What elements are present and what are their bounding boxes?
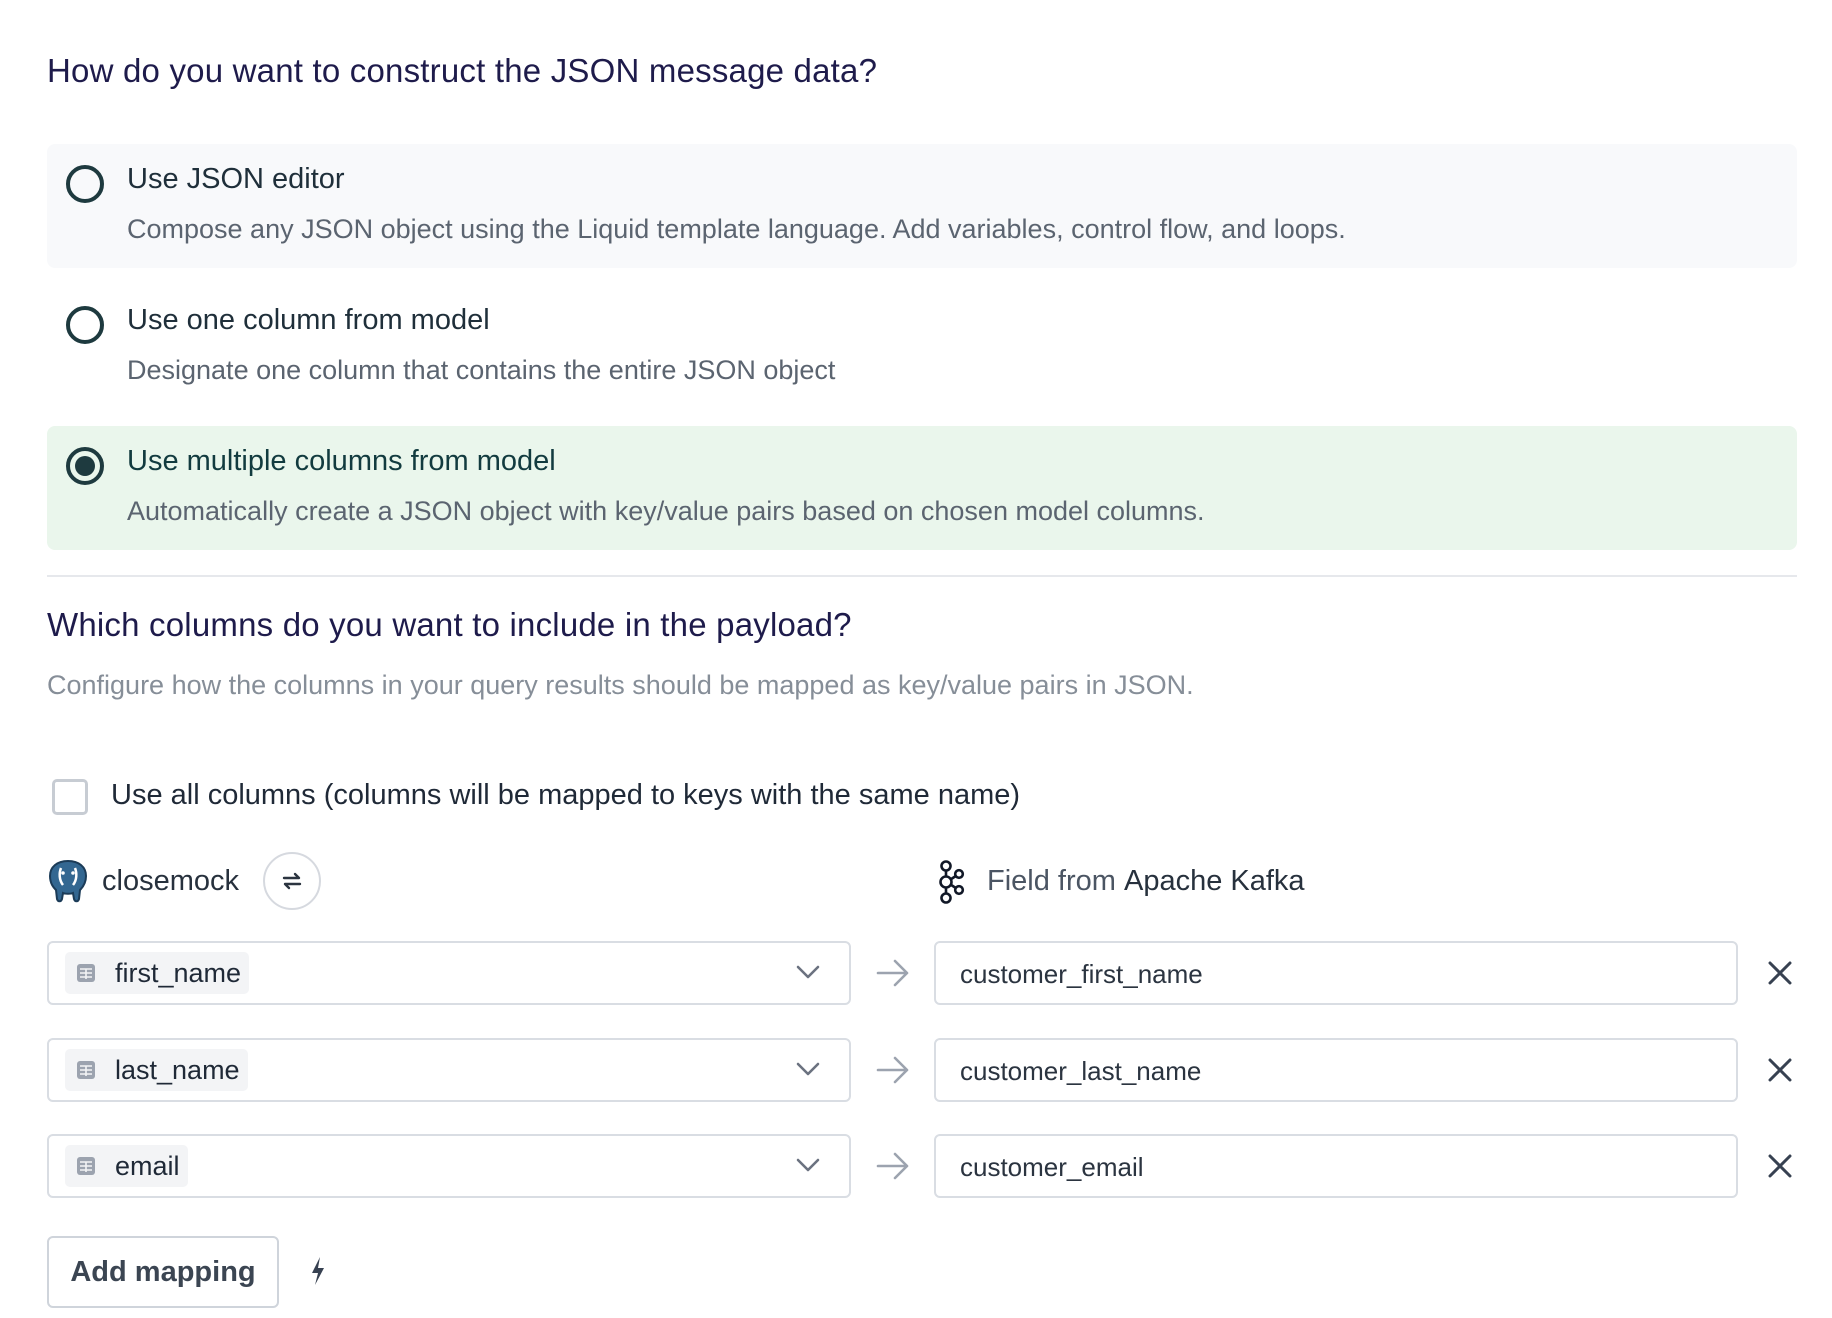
source-column-select[interactable]: last_name [47,1038,851,1102]
source-column-value: email [115,1150,180,1181]
lightning-bolt-icon[interactable] [308,1255,328,1287]
postgresql-elephant-icon [48,859,88,903]
column-type-icon [77,1157,95,1175]
destination-field-input[interactable]: customer_email [934,1134,1738,1198]
columns-description: Configure how the columns in your query … [47,670,1194,700]
destination-field-input[interactable]: customer_last_name [934,1038,1738,1102]
option-title: Use multiple columns from model [127,445,556,477]
mapping-row: first_name customer_first_name [47,941,1797,1005]
destination-field-value: customer_first_name [960,959,1203,989]
destination-field-value: customer_email [960,1152,1144,1182]
swap-source-button[interactable] [263,852,321,910]
column-chip: last_name [65,1049,248,1091]
section-divider [47,575,1797,577]
column-chip: email [65,1145,188,1187]
radio-one-column[interactable] [66,306,104,344]
remove-mapping-icon[interactable] [1763,1053,1797,1087]
chevron-down-icon [796,1158,820,1172]
source-column-value: first_name [115,957,242,988]
option-title: Use one column from model [127,304,490,336]
option-title: Use JSON editor [127,163,345,195]
destination-prefix: Field from [987,865,1116,897]
mapping-row: email customer_email [47,1134,1797,1198]
arrow-right-icon [876,1152,909,1180]
use-all-columns-checkbox[interactable] [52,779,88,815]
column-type-icon [77,1061,95,1079]
swap-arrows-icon [282,872,302,890]
option-multiple-columns[interactable]: Use multiple columns from model Automati… [47,426,1797,550]
source-column-select[interactable]: email [47,1134,851,1198]
option-description: Compose any JSON object using the Liquid… [127,214,1346,244]
destination-label: Field from Apache Kafka [987,865,1305,898]
chevron-down-icon [796,965,820,979]
use-all-columns-label[interactable]: Use all columns (columns will be mapped … [111,779,1020,812]
radio-multiple-columns[interactable] [66,447,104,485]
destination-field-input[interactable]: customer_first_name [934,941,1738,1005]
column-chip: first_name [65,952,250,994]
source-column-value: last_name [115,1054,240,1085]
option-one-column[interactable]: Use one column from model Designate one … [47,285,1797,409]
chevron-down-icon [796,1062,820,1076]
destination-field-value: customer_last_name [960,1056,1202,1086]
radio-json-editor[interactable] [66,165,104,203]
source-column-select[interactable]: first_name [47,941,851,1005]
remove-mapping-icon[interactable] [1763,956,1797,990]
add-mapping-button[interactable]: Add mapping [47,1236,279,1308]
kafka-icon [939,860,965,904]
remove-mapping-icon[interactable] [1763,1149,1797,1183]
option-description: Designate one column that contains the e… [127,355,836,385]
arrow-right-icon [876,959,909,987]
source-model-name: closemock [102,865,239,897]
option-json-editor[interactable]: Use JSON editor Compose any JSON object … [47,144,1797,268]
mapping-row: last_name customer_last_name [47,1038,1797,1102]
destination-name: Apache Kafka [1123,865,1305,897]
column-type-icon [77,964,95,982]
format-question: How do you want to construct the JSON me… [47,52,878,89]
option-description: Automatically create a JSON object with … [127,496,1205,526]
columns-question: Which columns do you want to include in … [47,606,852,643]
arrow-right-icon [876,1056,909,1084]
